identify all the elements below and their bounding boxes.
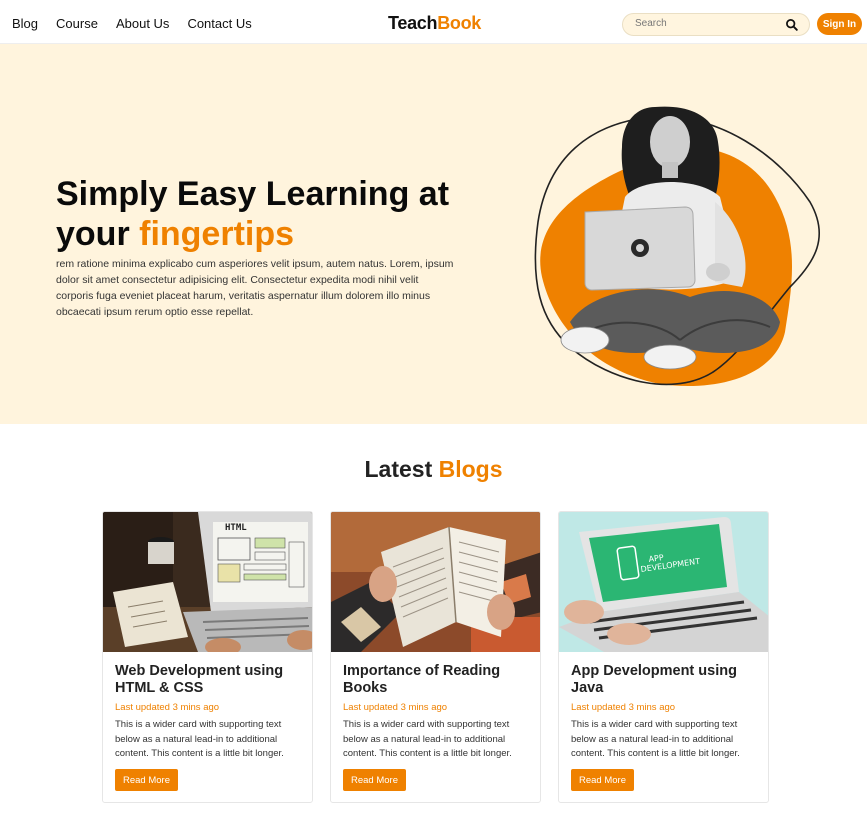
latest-blogs-prefix: Latest <box>364 456 439 482</box>
blog-card-web-development: HTML Web Development using HTML & CSS La… <box>102 511 313 803</box>
read-more-button[interactable]: Read More <box>571 769 634 791</box>
search-bar <box>622 13 810 36</box>
nav-link-contact-us[interactable]: Contact Us <box>187 16 251 31</box>
nav-link-blog[interactable]: Blog <box>12 16 38 31</box>
hero-description: rem ratione minima explicabo cum asperio… <box>56 258 454 318</box>
app-dev-photo: APP DEVELOPMENT <box>559 512 768 652</box>
right-sneaker <box>643 344 697 370</box>
card-description: This is a wider card with supporting tex… <box>343 719 512 759</box>
card-image-open-book <box>331 512 540 652</box>
latest-blogs-accent: Blogs <box>438 456 503 482</box>
card-image-laptop-code: HTML <box>103 512 312 652</box>
top-navbar: Blog Course About Us Contact Us TeachBoo… <box>0 0 867 44</box>
hero-section: Simply Easy Learning at your fingertips … <box>0 44 867 424</box>
card-title: Web Development using HTML & CSS <box>115 663 284 696</box>
card-updated: Last updated 3 mins ago <box>343 702 448 713</box>
brand-name-part2: Book <box>437 13 481 33</box>
hero-title-line2-prefix: your <box>56 215 140 253</box>
web-dev-photo: HTML <box>103 512 312 652</box>
left-sneaker <box>560 326 610 354</box>
card-description: This is a wider card with supporting tex… <box>571 719 740 759</box>
hero-title-accent: fingertips <box>139 215 295 253</box>
read-more-button[interactable]: Read More <box>343 769 406 791</box>
card-image-app-laptop: APP DEVELOPMENT <box>559 512 768 652</box>
card-title: Importance of Reading Books <box>343 663 501 696</box>
read-more-button[interactable]: Read More <box>115 769 178 791</box>
card-updated: Last updated 3 mins ago <box>571 702 676 713</box>
blog-card-reading-books: Importance of Reading Books Last updated… <box>330 511 541 803</box>
screen-html-text: HTML <box>225 523 247 533</box>
card-description: This is a wider card with supporting tex… <box>115 719 284 759</box>
person-face <box>650 116 690 168</box>
brand-name-part1: Teach <box>388 13 438 33</box>
nav-link-course[interactable]: Course <box>56 16 98 31</box>
sign-in-button[interactable]: Sign In <box>817 13 862 35</box>
nav-links: Blog Course About Us Contact Us <box>12 16 252 31</box>
search-icon[interactable] <box>785 18 799 32</box>
hero-title-line1: Simply Easy Learning at <box>56 175 450 213</box>
card-title: App Development using Java <box>571 663 737 696</box>
hero-title: Simply Easy Learning at your fingertips <box>56 174 476 254</box>
brand-logo[interactable]: TeachBook <box>388 13 481 34</box>
blog-card-app-development: APP DEVELOPMENT App Development using Ja… <box>558 511 769 803</box>
hero-illustration <box>534 106 820 387</box>
search-input[interactable] <box>635 18 775 29</box>
card-updated: Last updated 3 mins ago <box>115 702 220 713</box>
nav-link-about-us[interactable]: About Us <box>116 16 169 31</box>
blog-cards: HTML Web Development using HTML & CSS La… <box>102 511 769 803</box>
latest-blogs-heading: Latest Blogs <box>0 456 867 483</box>
reading-photo <box>331 512 540 652</box>
